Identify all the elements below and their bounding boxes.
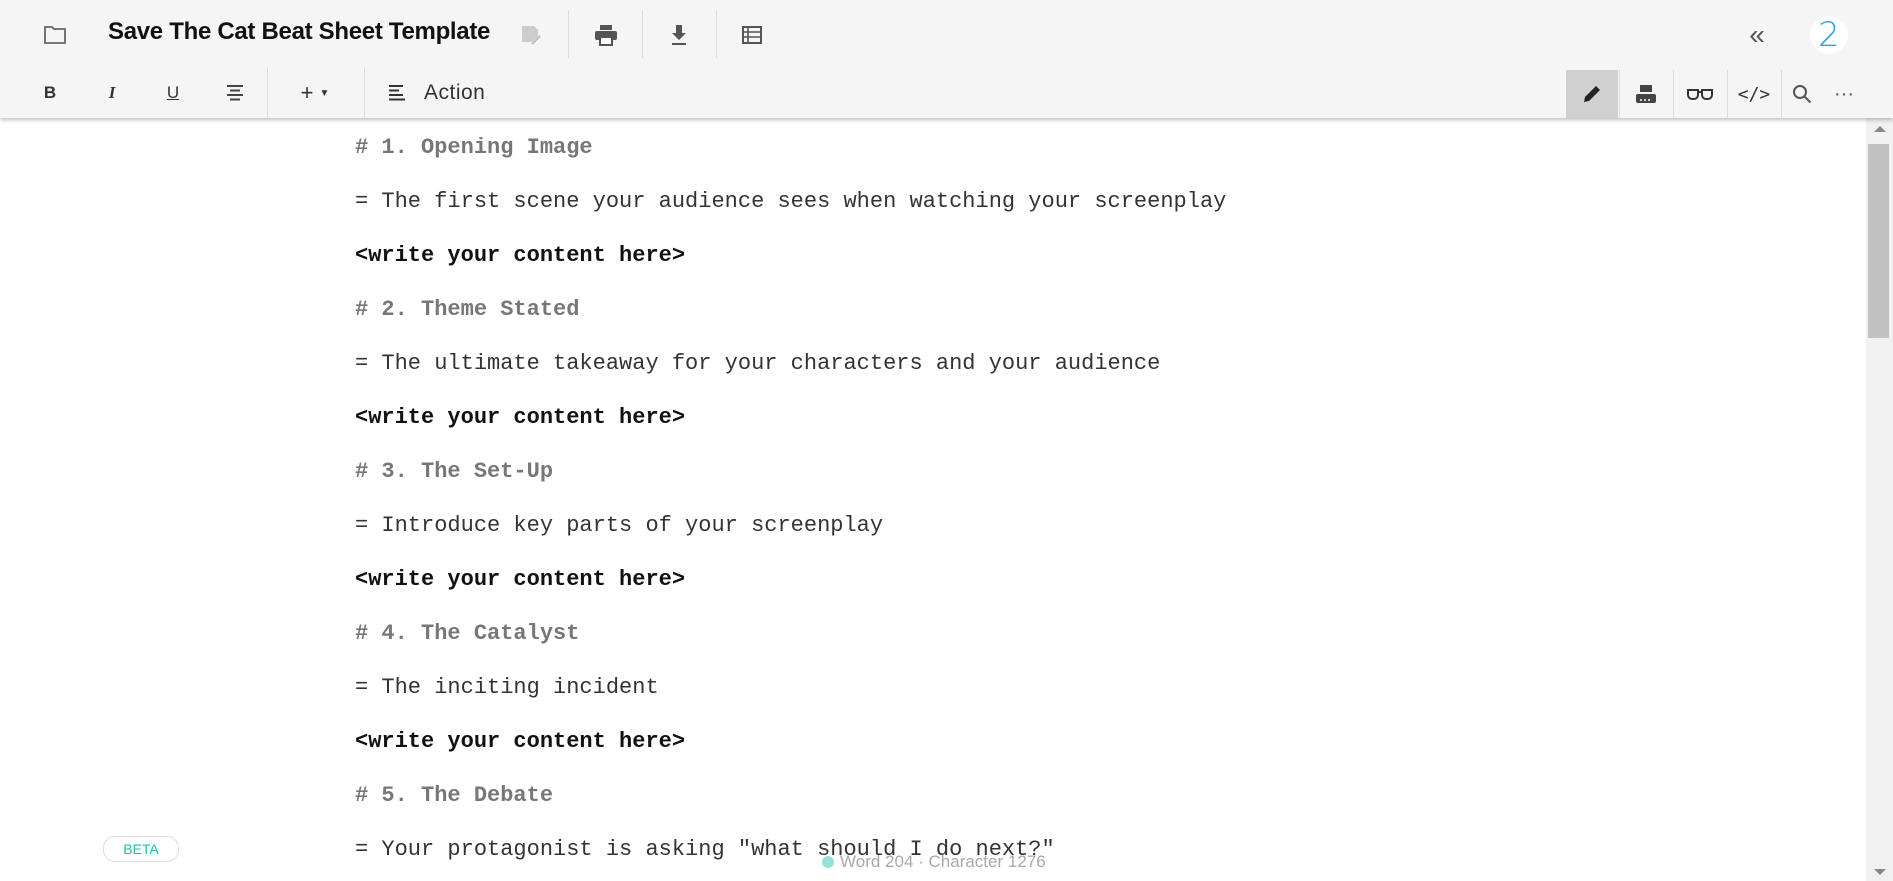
status-dot-icon [822, 856, 834, 868]
script-line-heading[interactable]: # 1. Opening Image [355, 135, 593, 160]
typewriter-mode-button[interactable] [1620, 70, 1672, 118]
download-icon[interactable] [664, 20, 694, 50]
underline-button[interactable]: U [153, 68, 193, 118]
code-mode-button[interactable]: </> [1728, 70, 1780, 118]
format-toolbar: B I U + ▼ Action </> ··· [0, 68, 1893, 118]
italic-button[interactable]: I [92, 68, 132, 118]
insert-dropdown[interactable]: + ▼ [290, 68, 340, 118]
caret-down-icon: ▼ [319, 87, 330, 99]
outline-icon[interactable] [737, 20, 767, 50]
divider [716, 10, 717, 58]
vertical-scrollbar[interactable] [1866, 118, 1893, 881]
bold-button[interactable]: B [30, 68, 70, 118]
typewriter-icon [1636, 85, 1656, 103]
script-line-desc[interactable]: = The inciting incident [355, 675, 659, 700]
script-line-desc[interactable]: = The first scene your audience sees whe… [355, 189, 1226, 214]
script-line-heading[interactable]: # 2. Theme Stated [355, 297, 579, 322]
script-editor[interactable]: # 1. Opening Image = The first scene your… [0, 118, 1866, 881]
avatar[interactable]: 2 [1810, 15, 1848, 55]
more-icon: ··· [1834, 82, 1854, 105]
divider [642, 10, 643, 58]
element-type-select[interactable]: Action [424, 81, 485, 105]
script-line-heading[interactable]: # 5. The Debate [355, 783, 553, 808]
folder-icon[interactable] [40, 20, 70, 50]
element-type-icon [384, 80, 410, 106]
glasses-icon [1687, 89, 1713, 100]
search-icon [1793, 85, 1812, 104]
align-center-icon [227, 85, 243, 101]
divider [568, 10, 569, 58]
pencil-icon [1584, 86, 1600, 102]
status-text: Word 204 · Character 1276 [840, 852, 1046, 871]
script-line-content[interactable]: <write your content here> [355, 567, 685, 592]
word-count-status: Word 204 · Character 1276 [822, 852, 1046, 872]
more-button[interactable]: ··· [1818, 70, 1870, 118]
save-draft-icon[interactable] [516, 20, 546, 50]
header-row: Save The Cat Beat Sheet Template « 2 [0, 0, 1893, 68]
code-icon: </> [1737, 83, 1771, 105]
script-line-content[interactable]: <write your content here> [355, 729, 685, 754]
script-line-content[interactable]: <write your content here> [355, 405, 685, 430]
beta-badge: BETA [103, 836, 179, 862]
script-line-desc[interactable]: = Introduce key parts of your screenplay [355, 513, 883, 538]
collapse-icon[interactable]: « [1742, 19, 1772, 50]
scroll-up-arrow-icon[interactable] [1874, 126, 1886, 132]
scrollbar-thumb[interactable] [1868, 144, 1889, 338]
edit-mode-button[interactable] [1566, 70, 1618, 118]
document-title[interactable]: Save The Cat Beat Sheet Template [108, 18, 490, 46]
plus-icon: + [300, 80, 314, 105]
script-line-desc[interactable]: = The ultimate takeaway for your charact… [355, 351, 1160, 376]
preview-mode-button[interactable] [1674, 70, 1726, 118]
top-toolbar: Save The Cat Beat Sheet Template « 2 B I… [0, 0, 1893, 118]
scroll-down-arrow-icon[interactable] [1874, 869, 1886, 875]
align-center-button[interactable] [215, 68, 255, 118]
divider [364, 68, 365, 118]
script-line-heading[interactable]: # 4. The Catalyst [355, 621, 579, 646]
divider [267, 68, 268, 118]
script-line-heading[interactable]: # 3. The Set-Up [355, 459, 553, 484]
print-icon[interactable] [591, 20, 621, 50]
script-line-content[interactable]: <write your content here> [355, 243, 685, 268]
